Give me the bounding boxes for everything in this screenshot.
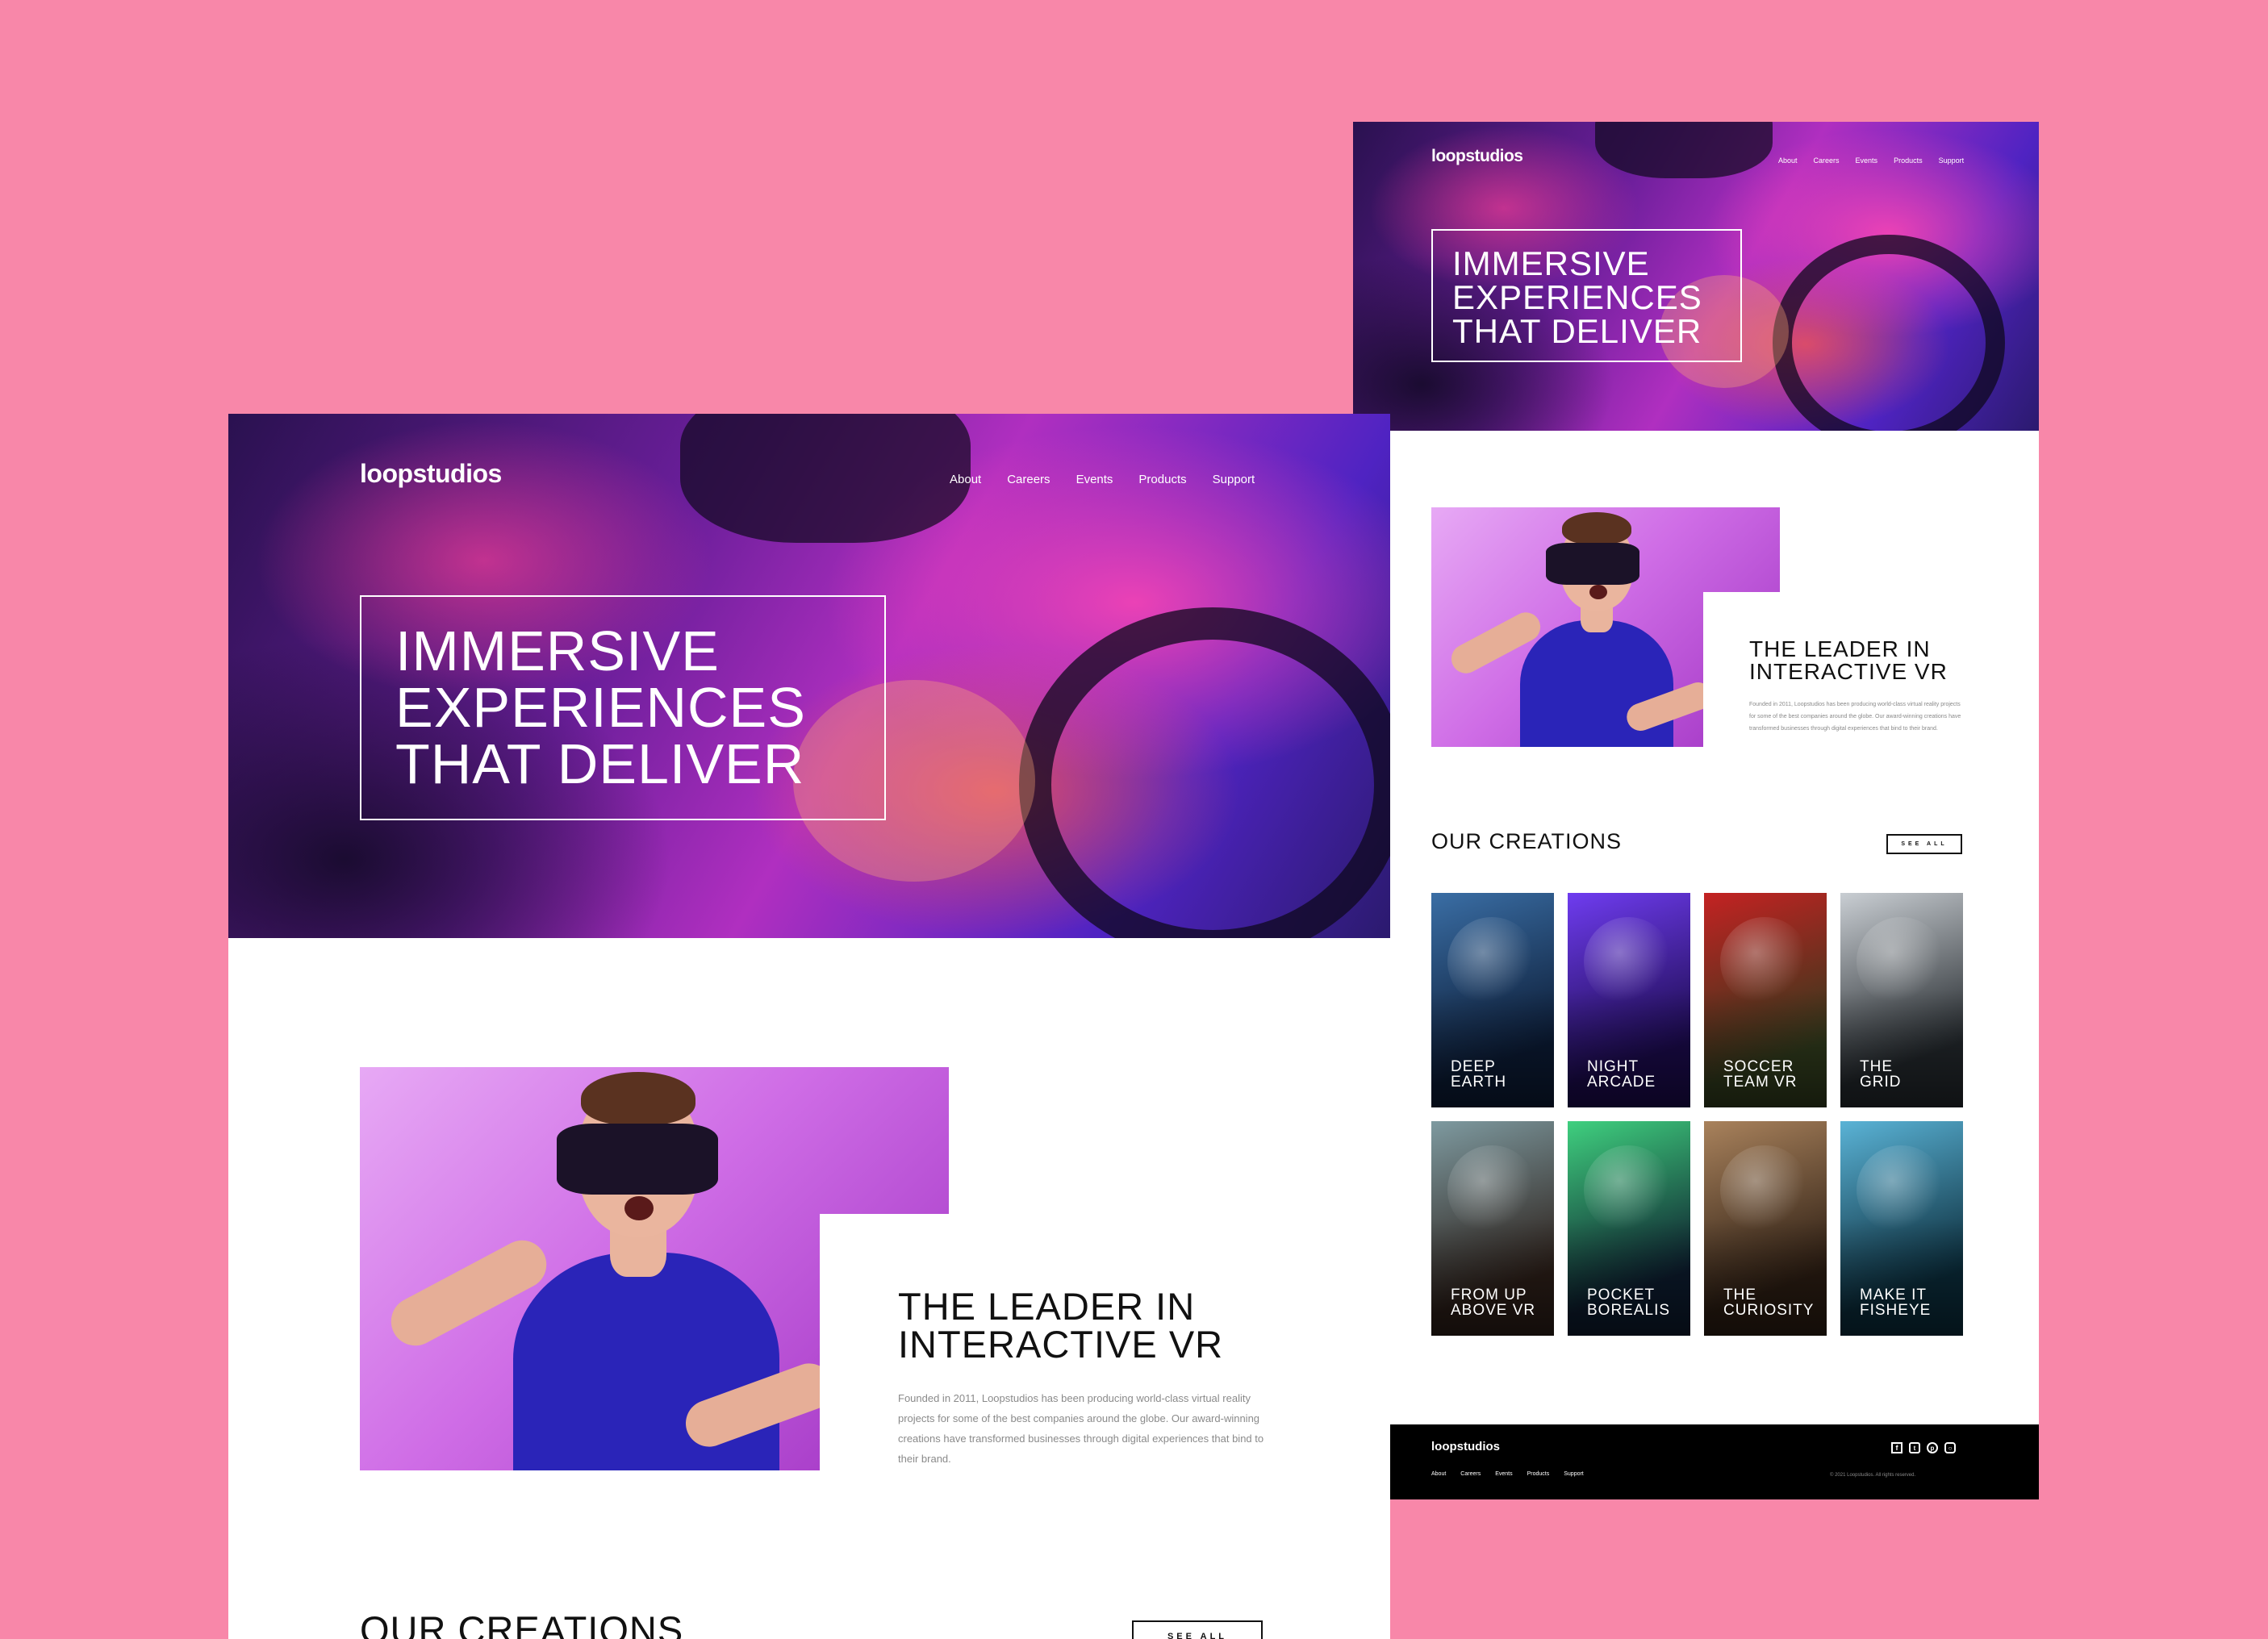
pinterest-icon[interactable]: p [1927, 1442, 1938, 1453]
nav-item-about[interactable]: About [950, 473, 981, 486]
hero-heading-line: IMMERSIVE [1452, 244, 1650, 282]
logo[interactable]: loopstudios [1431, 147, 1523, 166]
creation-card-label-line: Above VR [1451, 1302, 1536, 1319]
creation-card-label: Pocket Borealis [1587, 1287, 1670, 1318]
leader-title-line: THE LEADER IN [1749, 636, 1931, 661]
creation-card-label-line: Fisheye [1860, 1302, 1932, 1319]
facebook-icon[interactable]: f [1891, 1442, 1903, 1453]
creation-card-label-line: Night [1587, 1058, 1639, 1075]
vr-person-hair [1562, 512, 1631, 544]
leader-title-line: INTERACTIVE VR [1749, 659, 1948, 684]
twitter-icon[interactable]: t [1909, 1442, 1920, 1453]
creation-card-label: From Up Above VR [1451, 1287, 1535, 1318]
creation-card-label-line: Curiosity [1723, 1302, 1815, 1319]
leader-text: Founded in 2011, Loopstudios has been pr… [898, 1392, 1264, 1465]
social-links: f t p ○ [1891, 1442, 1956, 1453]
footer-nav-support[interactable]: Support [1564, 1471, 1584, 1477]
copyright: © 2021 Loopstudios. All rights reserved. [1830, 1473, 1916, 1478]
hero-heading-line: IMMERSIVE [395, 619, 720, 682]
leader-text: Founded in 2011, Loopstudios has been pr… [1749, 702, 1961, 732]
footer-nav-careers[interactable]: Careers [1460, 1471, 1481, 1477]
creation-card[interactable]: Pocket Borealis [1568, 1121, 1690, 1336]
creations-title: OUR CREATIONS [1431, 829, 1623, 853]
vr-person-hair [581, 1072, 695, 1125]
vr-person-mouth [1589, 585, 1607, 599]
footer-nav: About Careers Events Products Support [1431, 1471, 1584, 1477]
creation-card-label-line: Soccer [1723, 1058, 1794, 1075]
creation-card[interactable]: The Grid [1840, 893, 1963, 1107]
creation-card-label-line: Deep [1451, 1058, 1496, 1075]
leader-title-line: INTERACTIVE VR [898, 1323, 1224, 1366]
creation-card[interactable]: Night Arcade [1568, 893, 1690, 1107]
nav-item-products[interactable]: Products [1894, 156, 1923, 165]
creation-card-label: The Grid [1860, 1059, 1902, 1090]
hero-section: loopstudios About Careers Events Product… [228, 414, 1390, 938]
creation-card[interactable]: The Curiosity [1704, 1121, 1827, 1336]
nav-item-about[interactable]: About [1778, 156, 1798, 165]
preview-frame-back: loopstudios About Careers Events Product… [1353, 122, 2039, 1499]
nav-item-careers[interactable]: Careers [1814, 156, 1840, 165]
vr-image [1431, 507, 1780, 747]
creation-card[interactable]: Make it Fisheye [1840, 1121, 1963, 1336]
creation-card-label-line: Borealis [1587, 1302, 1671, 1319]
leader-title: THE LEADER IN INTERACTIVE VR [1749, 638, 1948, 683]
footer-nav-products[interactable]: Products [1527, 1471, 1550, 1477]
creation-card-label-line: Pocket [1587, 1287, 1656, 1303]
main-nav: About Careers Events Products Support [950, 473, 1255, 486]
hero-visor-shape [680, 414, 971, 543]
hero-wheel-shape [1019, 607, 1390, 938]
hero-heading-line: EXPERIENCES [1452, 278, 1702, 316]
hero-heading-line: EXPERIENCES [395, 676, 806, 739]
creation-card-label: Make it Fisheye [1860, 1287, 1931, 1318]
see-all-button[interactable]: SEE ALL [1886, 834, 1962, 854]
nav-item-products[interactable]: Products [1138, 473, 1186, 486]
creation-card-label: The Curiosity [1723, 1287, 1814, 1318]
hero-heading-box: IMMERSIVE EXPERIENCES THAT DELIVER [1431, 229, 1742, 362]
vr-headset [1546, 543, 1639, 585]
instagram-icon[interactable]: ○ [1944, 1442, 1956, 1453]
creation-card-label-line: The [1723, 1287, 1756, 1303]
footer-nav-events[interactable]: Events [1495, 1471, 1512, 1477]
logo[interactable]: loopstudios [360, 459, 502, 489]
hero-heading-line: THAT DELIVER [1452, 312, 1702, 350]
hero-visor-shape [1595, 122, 1773, 178]
nav-item-careers[interactable]: Careers [1007, 473, 1050, 486]
footer-nav-about[interactable]: About [1431, 1471, 1446, 1477]
creations-title: OUR CREATIONS [360, 1608, 684, 1639]
nav-item-events[interactable]: Events [1856, 156, 1878, 165]
vr-image [360, 1067, 949, 1470]
preview-frame-front: loopstudios About Careers Events Product… [228, 414, 1390, 1639]
card-shade [1840, 989, 1963, 1107]
nav-item-events[interactable]: Events [1076, 473, 1113, 486]
vr-headset [557, 1124, 718, 1195]
creation-card[interactable]: From Up Above VR [1431, 1121, 1554, 1336]
main-nav: About Careers Events Products Support [1778, 156, 1964, 165]
leader-title-line: THE LEADER IN [898, 1285, 1196, 1328]
nav-item-support[interactable]: Support [1939, 156, 1965, 165]
creation-card-label-line: Earth [1451, 1074, 1507, 1091]
creation-card[interactable]: Deep Earth [1431, 893, 1554, 1107]
vr-person-mouth [624, 1196, 654, 1220]
footer: loopstudios About Careers Events Product… [1353, 1424, 2039, 1499]
creation-card-label-line: The [1860, 1058, 1893, 1075]
see-all-button[interactable]: SEE ALL [1132, 1620, 1263, 1639]
vr-person-body [513, 1253, 779, 1470]
nav-item-support[interactable]: Support [1213, 473, 1255, 486]
creation-card-label-line: From Up [1451, 1287, 1527, 1303]
creation-card-label-line: Arcade [1587, 1074, 1656, 1091]
creation-card[interactable]: Soccer Team VR [1704, 893, 1827, 1107]
hero-wheel-shape [1773, 235, 2005, 431]
footer-logo[interactable]: loopstudios [1431, 1440, 1500, 1453]
creation-card-label: Deep Earth [1451, 1059, 1506, 1090]
creation-card-label-line: Grid [1860, 1074, 1902, 1091]
leader-title: THE LEADER IN INTERACTIVE VR [898, 1287, 1223, 1363]
hero-heading-box: IMMERSIVE EXPERIENCES THAT DELIVER [360, 595, 886, 820]
creation-card-label: Night Arcade [1587, 1059, 1656, 1090]
creation-card-label-line: Team VR [1723, 1074, 1798, 1091]
creation-card-label-line: Make it [1860, 1287, 1928, 1303]
hero-section: loopstudios About Careers Events Product… [1353, 122, 2039, 431]
hero-heading-line: THAT DELIVER [395, 732, 805, 795]
creation-card-label: Soccer Team VR [1723, 1059, 1797, 1090]
